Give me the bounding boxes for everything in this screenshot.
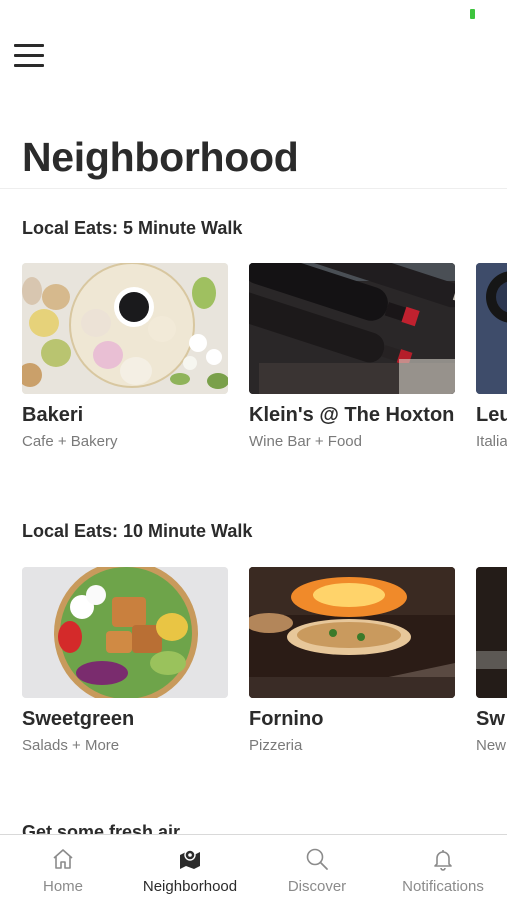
card-subtitle: Italia xyxy=(476,433,507,450)
card-image-macarons xyxy=(22,263,228,394)
tab-notifications[interactable]: Notifications xyxy=(380,835,506,900)
card-subtitle: New xyxy=(476,737,507,754)
status-bar xyxy=(0,0,507,30)
tab-discover[interactable]: Discover xyxy=(254,835,380,900)
card-sweetgreen[interactable]: Sweetgreen Salads + More xyxy=(22,567,228,755)
tab-home[interactable]: Home xyxy=(0,835,126,900)
card-subtitle: Cafe + Bakery xyxy=(22,433,118,450)
title-divider xyxy=(0,188,507,189)
card-subtitle: Salads + More xyxy=(22,737,120,754)
card-image-wine-bottles xyxy=(249,263,455,394)
map-pin-icon xyxy=(180,849,200,869)
card-image-dark-dish xyxy=(476,567,507,698)
neighborhood-screen: Neighborhood Local Eats: 5 Minute Walk B… xyxy=(0,0,507,900)
card-name: Klein's @ The Hoxton xyxy=(249,404,455,426)
battery-icon xyxy=(470,9,475,19)
carousel-5-min[interactable]: Bakeri Cafe + Bakery Klein's @ The Hoxto… xyxy=(22,263,507,493)
card-subtitle: Wine Bar + Food xyxy=(249,433,362,450)
card-image-pot xyxy=(476,263,507,394)
tab-label: Notifications xyxy=(402,878,484,895)
page-title: Neighborhood xyxy=(22,134,299,180)
tab-label: Home xyxy=(42,878,83,895)
tab-label: Discover xyxy=(287,878,347,895)
card-sw[interactable]: Sw New xyxy=(476,567,507,755)
tab-neighborhood[interactable]: Neighborhood xyxy=(127,835,253,900)
card-name: Leu xyxy=(476,404,507,426)
section-title-10-min: Local Eats: 10 Minute Walk xyxy=(22,521,253,541)
tab-bar: Home Neighborhood Discover Notifications xyxy=(0,834,507,900)
card-fornino[interactable]: Fornino Pizzeria xyxy=(249,567,455,755)
card-name: Fornino xyxy=(249,708,324,730)
bell-icon xyxy=(434,850,452,871)
section-title-5-min: Local Eats: 5 Minute Walk xyxy=(22,218,243,238)
card-bakeri[interactable]: Bakeri Cafe + Bakery xyxy=(22,263,228,451)
hamburger-menu-icon[interactable] xyxy=(14,42,44,68)
card-name: Sw xyxy=(476,708,505,730)
card-kleins[interactable]: Klein's @ The Hoxton Wine Bar + Food xyxy=(249,263,455,451)
tab-label: Neighborhood xyxy=(142,878,238,895)
card-subtitle: Pizzeria xyxy=(249,737,303,754)
card-leu[interactable]: Leu Italia xyxy=(476,263,507,451)
carousel-10-min[interactable]: Sweetgreen Salads + More Fornino Pizzeri… xyxy=(22,567,507,797)
search-icon xyxy=(306,848,328,870)
card-name: Sweetgreen xyxy=(22,708,135,730)
card-name: Bakeri xyxy=(22,404,84,426)
card-image-salad-bowl xyxy=(22,567,228,698)
card-image-pizza xyxy=(249,567,455,698)
home-icon xyxy=(53,849,73,869)
